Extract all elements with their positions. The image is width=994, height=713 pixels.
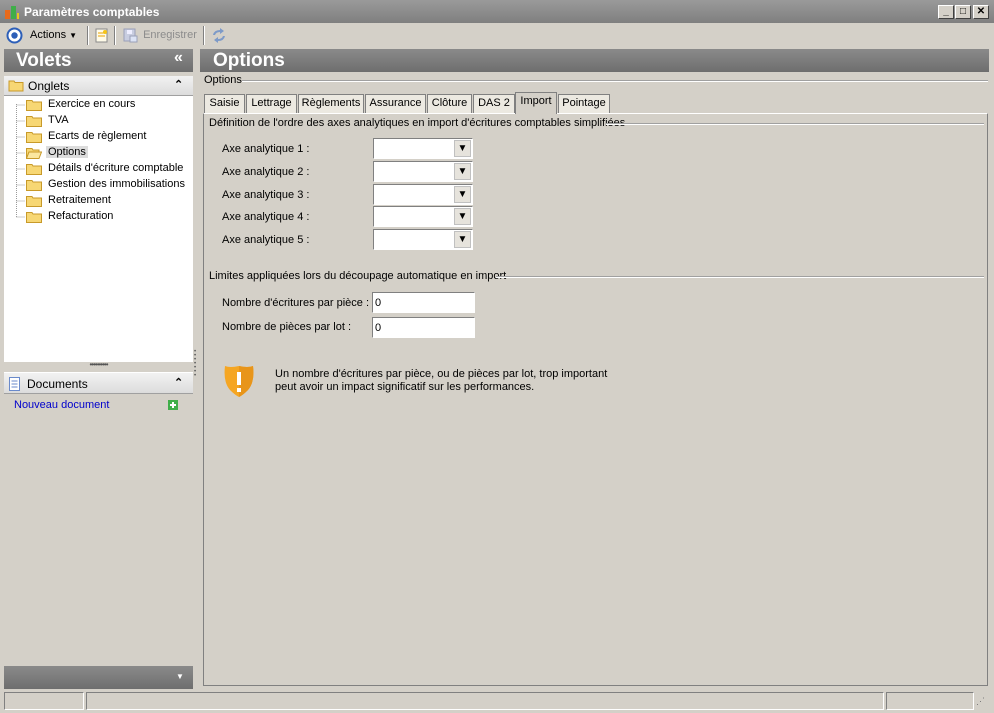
tab-assurance[interactable]: Assurance (365, 94, 426, 113)
tab-lettrage[interactable]: Lettrage (246, 94, 297, 113)
tree-item-label: Détails d'écriture comptable (48, 162, 184, 174)
actions-menu-button[interactable]: Actions ▼ (30, 29, 77, 45)
add-icon[interactable] (168, 400, 178, 410)
axe-4-label: Axe analytique 4 : (222, 211, 310, 223)
double-chevron-down-icon[interactable]: ▼ (454, 208, 471, 225)
collapse-section-icon[interactable]: ⌃ (174, 78, 183, 91)
tab-cloture[interactable]: Clôture (427, 94, 472, 113)
volets-title: Volets (16, 50, 72, 71)
documents-section-header[interactable]: Documents ⌃ (4, 372, 193, 394)
double-chevron-down-icon[interactable]: ▼ (454, 163, 471, 180)
panel-splitter-grip[interactable]: •••••••••• (4, 361, 193, 370)
onglets-section-header[interactable]: Onglets ⌃ (4, 76, 193, 96)
folder-icon (26, 132, 42, 143)
chevron-down-icon[interactable]: ▼ (176, 672, 184, 681)
axe-1-label: Axe analytique 1 : (222, 143, 310, 155)
folder-icon (26, 180, 42, 191)
entries-per-piece-label: Nombre d'écritures par pièce : (222, 297, 369, 309)
tab-pointage[interactable]: Pointage (558, 94, 610, 113)
import-limits-group-title: Limites appliquées lors du découpage aut… (209, 270, 507, 282)
options-panel-header: Options (200, 49, 989, 72)
page-title: Options (213, 50, 285, 71)
document-icon (9, 377, 20, 391)
analytic-axes-group-title: Définition de l'ordre des axes analytiqu… (209, 117, 626, 129)
entries-per-piece-input[interactable] (372, 292, 475, 313)
axe-1-select[interactable]: ▼ (373, 138, 473, 159)
vertical-splitter-grip[interactable]: • • • • • • • (194, 349, 198, 380)
axe-3-select[interactable]: ▼ (373, 184, 473, 205)
toolbar: Actions ▼ Enregistrer (0, 23, 994, 48)
save-disk-icon (123, 28, 138, 43)
axe-4-select[interactable]: ▼ (373, 206, 473, 227)
status-cell-3 (886, 692, 974, 710)
open-folder-icon (26, 148, 42, 159)
app-icon (5, 6, 19, 19)
axe-3-label: Axe analytique 3 : (222, 189, 310, 201)
tab-import[interactable]: Import (515, 92, 557, 114)
folder-icon (26, 116, 42, 127)
new-document-link[interactable]: Nouveau document (14, 399, 109, 411)
tree-item-label: Exercice en cours (48, 98, 136, 110)
status-cell-1 (4, 692, 84, 710)
axe-2-label: Axe analytique 2 : (222, 166, 310, 178)
warning-text-line-2: peut avoir un impact significatif sur le… (275, 381, 535, 393)
close-button[interactable]: ✕ (973, 5, 989, 19)
tree-item-label: Gestion des immobilisations (48, 178, 185, 190)
onglets-tree: Exercice en cours TVA Ecarts de règlemen… (4, 96, 193, 362)
navigation-circle-icon[interactable] (6, 27, 23, 44)
pieces-per-lot-input[interactable] (372, 317, 475, 338)
folder-icon (26, 164, 42, 175)
dropdown-arrow-icon: ▼ (69, 31, 78, 40)
folder-icon (26, 100, 42, 111)
double-chevron-down-icon[interactable]: ▼ (454, 186, 471, 203)
tab-das2[interactable]: DAS 2 (473, 94, 515, 113)
tree-item-label: Refacturation (48, 210, 114, 222)
status-cell-2 (86, 692, 884, 710)
pieces-per-lot-label: Nombre de pièces par lot : (222, 321, 352, 333)
documents-panel: Nouveau document (4, 394, 193, 664)
save-label: Enregistrer (143, 28, 197, 41)
warning-shield-icon (224, 366, 254, 397)
window-title: Paramètres comptables (24, 5, 160, 19)
double-chevron-down-icon[interactable]: ▼ (454, 231, 471, 248)
maximize-button[interactable]: □ (955, 5, 971, 19)
options-subtitle: Options (204, 74, 242, 86)
folder-icon (26, 212, 42, 223)
collapse-section-icon[interactable]: ⌃ (174, 376, 183, 389)
volets-panel-header: Volets « (4, 49, 193, 72)
status-bar: ⋰ (0, 690, 994, 713)
tab-reglements[interactable]: Règlements (298, 94, 364, 113)
folder-icon (26, 196, 42, 207)
refresh-icon[interactable] (210, 27, 228, 44)
save-button[interactable]: Enregistrer (122, 27, 197, 45)
import-tab-panel (203, 113, 988, 686)
collapse-panel-icon[interactable]: « (174, 49, 183, 67)
panel-footer-bar: ▼ (4, 666, 193, 689)
actions-menu-label: Actions (30, 29, 67, 41)
double-chevron-down-icon[interactable]: ▼ (454, 140, 471, 157)
tab-saisie[interactable]: Saisie (204, 94, 245, 113)
warning-text-line-1: Un nombre d'écritures par pièce, ou de p… (275, 368, 608, 380)
window-title-bar[interactable]: Paramètres comptables _ □ ✕ (0, 0, 994, 23)
minimize-button[interactable]: _ (938, 5, 954, 19)
axe-5-select[interactable]: ▼ (373, 229, 473, 250)
axe-5-label: Axe analytique 5 : (222, 234, 310, 246)
new-document-icon[interactable] (95, 28, 109, 43)
tree-item-label: Options (46, 146, 88, 158)
folder-icon (8, 80, 24, 92)
documents-title: Documents (27, 377, 88, 391)
tree-item-label: Retraitement (48, 194, 111, 206)
axe-2-select[interactable]: ▼ (373, 161, 473, 182)
resize-grip-icon[interactable]: ⋰ (976, 696, 985, 707)
onglets-title: Onglets (28, 79, 70, 93)
tree-item-label: Ecarts de règlement (48, 130, 147, 142)
tree-item-label: TVA (48, 114, 69, 126)
